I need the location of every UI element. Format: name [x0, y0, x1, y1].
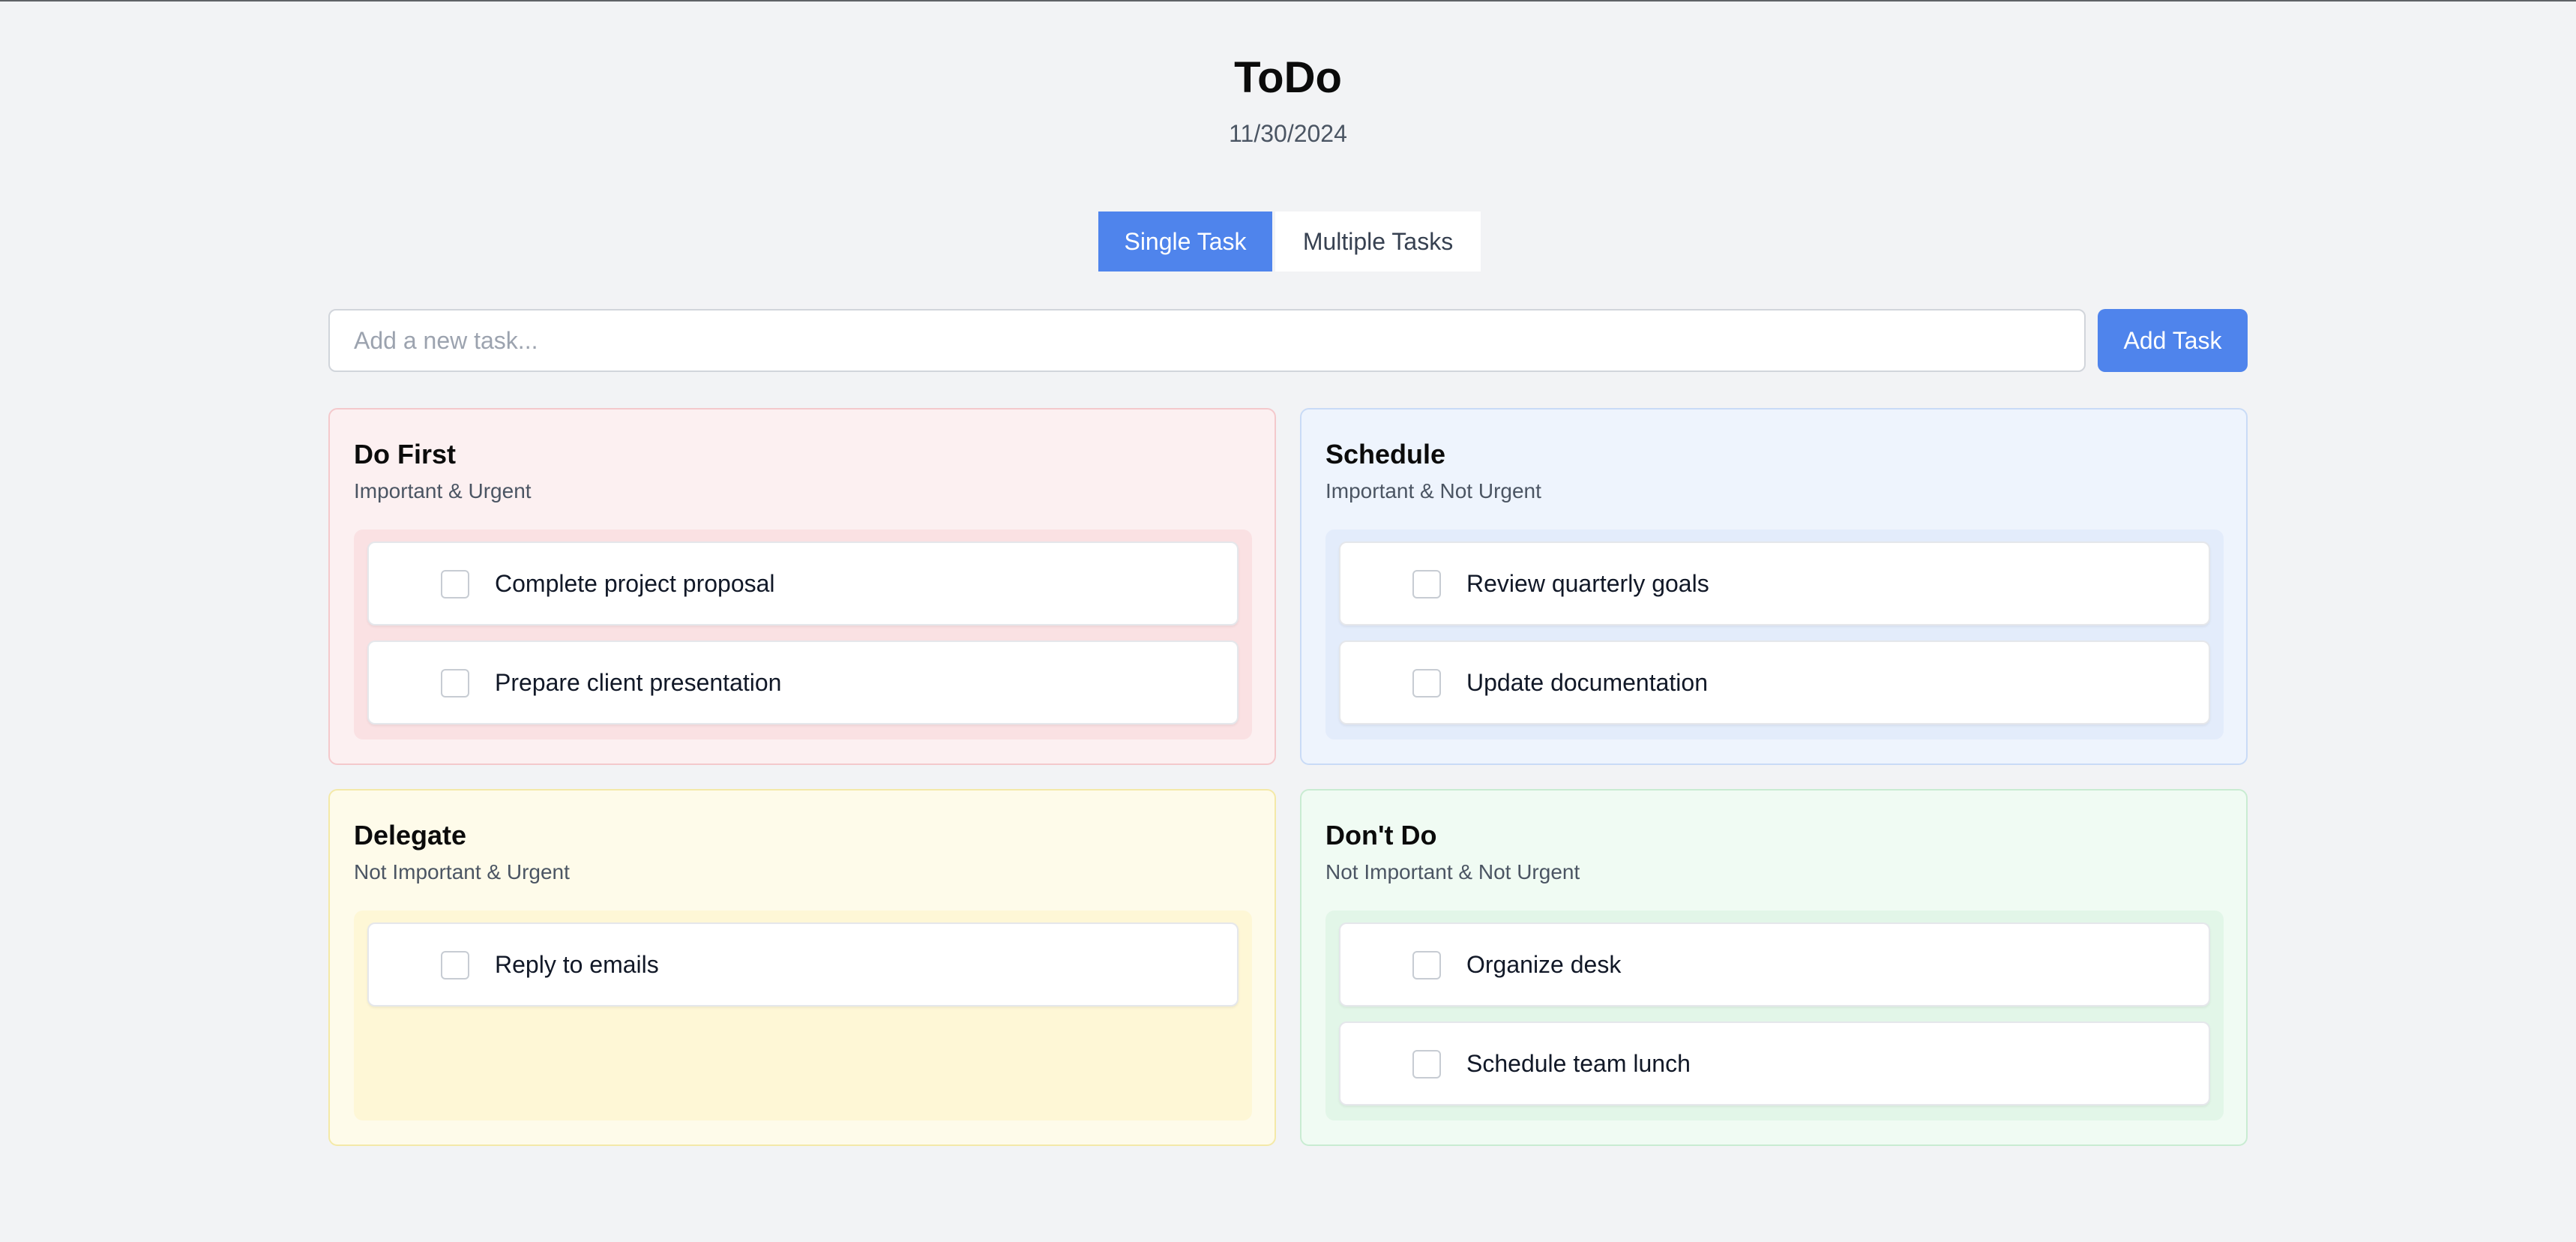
quadrant-title: Schedule [1325, 439, 1446, 470]
task-text: Update documentation [1466, 669, 1708, 696]
task-text: Prepare client presentation [495, 669, 782, 696]
current-date: 11/30/2024 [1229, 120, 1347, 147]
task-text: Organize desk [1466, 951, 1622, 978]
quadrant-subtitle: Not Important & Urgent [354, 860, 570, 884]
quadrant-schedule: Schedule Important & Not Urgent Review q… [1300, 408, 2248, 765]
task-checkbox[interactable] [1412, 570, 1441, 598]
task-item[interactable]: Organize desk [1339, 922, 2210, 1006]
quadrant-subtitle: Important & Not Urgent [1325, 479, 1541, 502]
quadrant-subtitle: Not Important & Not Urgent [1325, 860, 1580, 884]
quadrant-subtitle: Important & Urgent [354, 479, 532, 502]
task-checkbox[interactable] [1412, 1050, 1441, 1078]
app-header: ToDo 11/30/2024 [0, 50, 2576, 148]
task-item[interactable]: Prepare client presentation [367, 640, 1239, 724]
task-list: Complete project proposal Prepare client… [354, 530, 1252, 740]
task-item[interactable]: Schedule team lunch [1339, 1022, 2210, 1106]
quadrant-delegate: Delegate Not Important & Urgent Reply to… [328, 789, 1276, 1146]
quadrant-dont-do: Don't Do Not Important & Not Urgent Orga… [1300, 789, 2248, 1146]
task-text: Review quarterly goals [1466, 570, 1709, 597]
task-checkbox[interactable] [441, 669, 469, 698]
task-text: Complete project proposal [495, 570, 775, 597]
task-item[interactable]: Reply to emails [367, 922, 1239, 1006]
add-task-row: Add Task [328, 309, 2248, 372]
quadrant-title: Do First [354, 439, 457, 470]
task-checkbox[interactable] [441, 570, 469, 598]
task-checkbox[interactable] [441, 951, 469, 980]
quadrant-do-first: Do First Important & Urgent Complete pro… [328, 408, 1276, 765]
single-task-tab[interactable]: Single Task [1098, 212, 1272, 272]
task-item[interactable]: Review quarterly goals [1339, 542, 2210, 626]
add-task-button[interactable]: Add Task [2098, 309, 2248, 372]
task-text: Reply to emails [495, 951, 659, 978]
task-checkbox[interactable] [1412, 951, 1441, 980]
task-checkbox[interactable] [1412, 669, 1441, 698]
task-text: Schedule team lunch [1466, 1050, 1691, 1077]
task-list: Organize desk Schedule team lunch [1325, 910, 2224, 1120]
task-mode-toggle: Single Task Multiple Tasks [1098, 212, 1481, 272]
task-item[interactable]: Update documentation [1339, 640, 2210, 724]
app-title: ToDo [1234, 53, 1342, 102]
new-task-input[interactable] [328, 309, 2086, 372]
task-list: Review quarterly goals Update documentat… [1325, 530, 2224, 740]
task-item[interactable]: Complete project proposal [367, 542, 1239, 626]
quadrant-title: Don't Do [1325, 820, 1437, 850]
multiple-tasks-tab[interactable]: Multiple Tasks [1275, 212, 1481, 272]
task-list: Reply to emails [354, 910, 1252, 1120]
quadrant-title: Delegate [354, 820, 467, 850]
